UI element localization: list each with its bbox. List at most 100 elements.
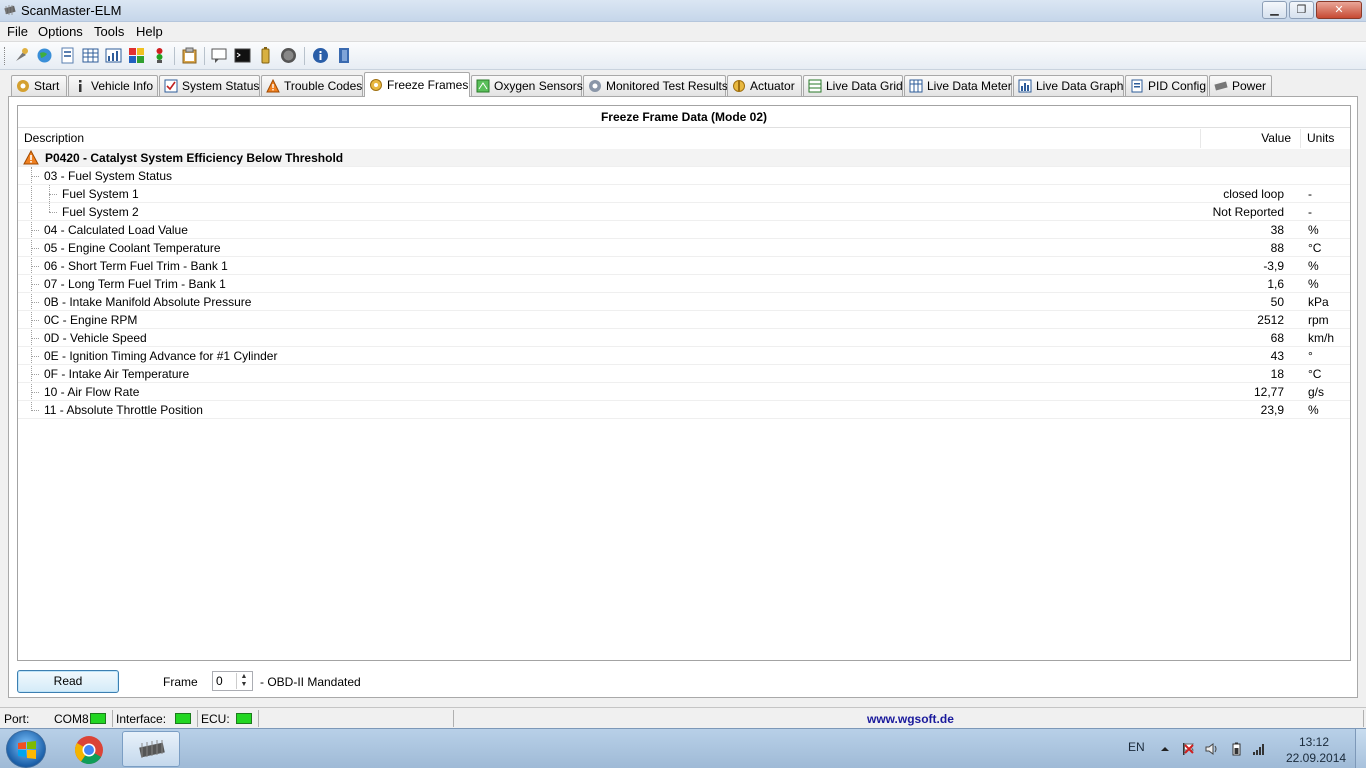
language-indicator[interactable]: EN: [1128, 740, 1145, 754]
tab-monitored-test-results[interactable]: Monitored Test Results: [583, 75, 728, 96]
tab-oxygen-sensors[interactable]: Oxygen Sensors: [471, 75, 583, 96]
show-desktop-button[interactable]: [1355, 729, 1366, 768]
column-header-units[interactable]: Units: [1301, 129, 1350, 148]
bar-chart-icon[interactable]: [105, 47, 122, 64]
tab-label: Monitored Test Results: [606, 79, 728, 93]
warning-icon: [266, 79, 280, 93]
status-separator: [197, 710, 198, 727]
frame-value[interactable]: 0: [216, 674, 223, 688]
battery-icon[interactable]: [1229, 742, 1243, 756]
table-row[interactable]: 06 - Short Term Fuel Trim - Bank 1 -3,9%: [18, 257, 1350, 275]
chip-icon: [139, 740, 165, 758]
table-row[interactable]: 11 - Absolute Throttle Position 23,9%: [18, 401, 1350, 419]
colors-icon[interactable]: [128, 47, 145, 64]
minimize-button[interactable]: ▁: [1262, 1, 1287, 19]
table-row[interactable]: 04 - Calculated Load Value 38%: [18, 221, 1350, 239]
website-link[interactable]: www.wgsoft.de: [867, 712, 954, 726]
taskbar-chrome[interactable]: [60, 731, 118, 767]
globe-icon[interactable]: [36, 47, 53, 64]
chrome-icon: [75, 736, 103, 764]
action-center-flag-icon[interactable]: [1181, 742, 1195, 756]
ecu-status-led: [236, 713, 252, 724]
column-header-value[interactable]: Value: [1201, 129, 1301, 148]
dtc-row[interactable]: P0420 - Catalyst System Efficiency Below…: [18, 149, 1350, 167]
table-row[interactable]: Fuel System 1 closed loop -: [18, 185, 1350, 203]
comment-icon[interactable]: [211, 47, 228, 64]
freeze-frame-grid[interactable]: Freeze Frame Data (Mode 02) Description …: [17, 105, 1351, 661]
tab-label: Oxygen Sensors: [494, 79, 583, 93]
clock-date[interactable]: 22.09.2014: [1286, 751, 1346, 765]
terminal-icon[interactable]: [234, 47, 251, 64]
tab-vehicle-info[interactable]: Vehicle Info: [68, 75, 158, 96]
tab-live-data-graph[interactable]: Live Data Graph: [1013, 75, 1124, 96]
tab-trouble-codes[interactable]: Trouble Codes: [261, 75, 363, 96]
tab-live-data-meter[interactable]: Live Data Meter: [904, 75, 1012, 96]
table-row[interactable]: 0C - Engine RPM 2512 rpm: [18, 311, 1350, 329]
row-description: 05 - Engine Coolant Temperature: [44, 241, 221, 255]
tab-system-status[interactable]: System Status: [159, 75, 260, 96]
row-value: 43: [1270, 349, 1284, 363]
menu-help[interactable]: Help: [136, 24, 163, 39]
exit-door-icon[interactable]: [336, 47, 353, 64]
tab-live-data-grid[interactable]: Live Data Grid: [803, 75, 903, 96]
menu-options[interactable]: Options: [38, 24, 83, 39]
graph-icon: [1018, 79, 1032, 93]
freeze-frames-panel: Freeze Frame Data (Mode 02) Description …: [8, 96, 1358, 698]
table-row[interactable]: 0F - Intake Air Temperature 18 °C: [18, 365, 1350, 383]
taskbar: EN 13:12 22.09.2014: [0, 728, 1366, 768]
column-header-description[interactable]: Description: [18, 129, 1201, 148]
tree-connector: [31, 392, 39, 393]
table-row[interactable]: 0D - Vehicle Speed 68 km/h: [18, 329, 1350, 347]
tab-label: Live Data Graph: [1036, 79, 1124, 93]
row-unit: %: [1308, 403, 1319, 417]
table-row[interactable]: 0E - Ignition Timing Advance for #1 Cyli…: [18, 347, 1350, 365]
traffic-light-icon[interactable]: [151, 47, 168, 64]
row-value: 2512: [1257, 313, 1284, 327]
tab-freeze-frames[interactable]: Freeze Frames: [364, 72, 470, 97]
frame-stepper[interactable]: 0 ▲ ▼: [212, 671, 253, 691]
table-row[interactable]: 03 - Fuel System Status: [18, 167, 1350, 185]
stepper-down-arrow-icon[interactable]: ▼: [237, 681, 251, 689]
table-row[interactable]: 10 - Air Flow Rate 12,77 g/s: [18, 383, 1350, 401]
start-button[interactable]: [6, 730, 46, 768]
table-icon[interactable]: [82, 47, 99, 64]
volume-icon[interactable]: [1205, 742, 1219, 756]
info-icon[interactable]: [312, 47, 329, 64]
tree-connector: [31, 410, 39, 411]
row-value: 68: [1270, 331, 1284, 345]
dtc-code-label: P0420 - Catalyst System Efficiency Below…: [45, 151, 344, 165]
stop-icon[interactable]: [280, 47, 297, 64]
network-signal-icon[interactable]: [1252, 742, 1266, 756]
clipboard-icon[interactable]: [181, 47, 198, 64]
tab-start[interactable]: Start: [11, 75, 67, 96]
toolbar: [0, 42, 1366, 70]
row-description: 10 - Air Flow Rate: [44, 385, 140, 399]
menu-tools[interactable]: Tools: [94, 24, 124, 39]
table-row[interactable]: 07 - Long Term Fuel Trim - Bank 1 1,6%: [18, 275, 1350, 293]
snowflake-icon: [370, 79, 382, 91]
row-value: 18: [1270, 367, 1284, 381]
maximize-button[interactable]: ❐: [1289, 1, 1314, 19]
taskbar-scanmaster[interactable]: [122, 731, 180, 767]
table-row[interactable]: 0B - Intake Manifold Absolute Pressure 50…: [18, 293, 1350, 311]
windows-logo-icon: [18, 741, 36, 759]
connect-icon[interactable]: [13, 47, 30, 64]
show-hidden-icons-icon[interactable]: [1158, 742, 1172, 756]
read-button[interactable]: Read: [17, 670, 119, 693]
tab-actuator[interactable]: Actuator: [727, 75, 802, 96]
clock-time[interactable]: 13:12: [1299, 735, 1329, 749]
table-row[interactable]: Fuel System 2 Not Reported -: [18, 203, 1350, 221]
table-row[interactable]: 05 - Engine Coolant Temperature 88 °C: [18, 239, 1350, 257]
stepper-up-arrow-icon[interactable]: ▲: [237, 673, 251, 681]
row-unit: -: [1308, 205, 1312, 219]
menu-file[interactable]: File: [7, 24, 28, 39]
tab-pid-config[interactable]: PID Config: [1125, 75, 1208, 96]
status-separator: [1363, 710, 1364, 727]
close-button[interactable]: ✕: [1316, 1, 1362, 19]
battery-icon[interactable]: [257, 47, 274, 64]
tab-label: Live Data Meter: [927, 79, 1012, 93]
document-icon[interactable]: [59, 47, 76, 64]
frame-description: - OBD-II Mandated: [260, 675, 361, 689]
window-title: ScanMaster-ELM: [21, 3, 122, 18]
tab-power[interactable]: Power: [1209, 75, 1272, 96]
